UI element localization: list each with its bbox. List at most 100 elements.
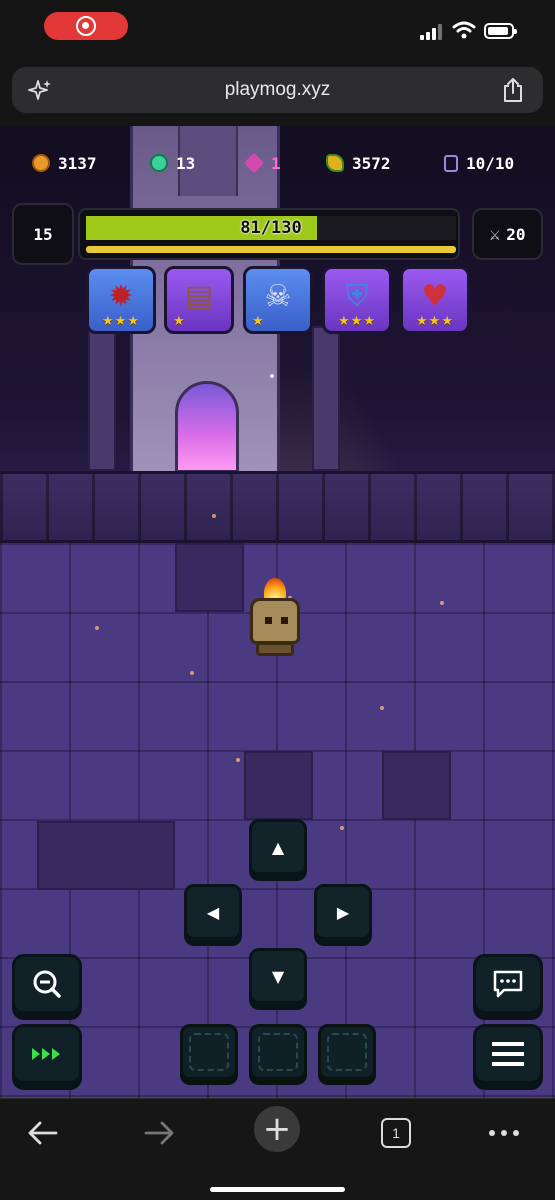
pink-resource-counter: 1 (243, 152, 281, 174)
forward-arrow-icon (144, 1121, 174, 1145)
ember-particle (440, 601, 444, 605)
pink-value: 1 (271, 153, 281, 173)
gold-coin-icon (32, 154, 50, 172)
floor-tile-dark (244, 751, 313, 820)
home-indicator (210, 1187, 345, 1192)
shield-icon: ⛨ (345, 279, 369, 314)
back-arrow-icon (28, 1121, 58, 1145)
player-level[interactable]: 15 (12, 203, 74, 265)
item-stars: ★ (173, 314, 186, 329)
attack-stat[interactable]: ⚔ 20 (472, 208, 543, 260)
record-icon (76, 16, 96, 36)
arrow-down-icon: ▼ (271, 966, 285, 986)
gold-value: 3137 (58, 153, 97, 173)
barrel-armor-icon: ▤ (184, 279, 214, 314)
level-value: 15 (33, 224, 53, 244)
tab-count: 1 (381, 1118, 411, 1148)
portal-door[interactable] (175, 381, 239, 473)
player-eye (281, 617, 288, 624)
item-stars: ★★★ (102, 314, 140, 329)
more-dots-icon (489, 1130, 519, 1136)
food-counter: 3572 (326, 152, 391, 174)
health-panel: 81/130 (78, 208, 460, 260)
wifi-icon (452, 21, 476, 39)
equipment-slot-ring[interactable]: ♥ ★★★ (400, 266, 470, 334)
zoom-out-button[interactable] (12, 954, 82, 1014)
dpad-right-button[interactable]: ▶ (314, 884, 372, 940)
player-body (250, 598, 300, 644)
quick-slot-1[interactable] (180, 1024, 238, 1080)
game-canvas[interactable]: 3137 13 1 3572 10/10 15 81/130 ⚔ 20 ✹ ★★… (0, 126, 555, 1098)
ember-particle (380, 706, 384, 710)
gold-counter: 3137 (32, 152, 97, 174)
spiked-helm-icon: ✹ (108, 279, 134, 314)
address-bar[interactable]: playmog.xyz (12, 67, 543, 113)
share-icon[interactable] (501, 77, 525, 103)
fast-forward-icon (32, 1048, 60, 1060)
attack-value: 20 (506, 224, 526, 244)
pink-crystal-icon (243, 152, 265, 174)
item-stars: ★★★ (416, 314, 454, 329)
equipment-slot-weapon[interactable]: ✹ ★★★ (86, 266, 156, 334)
ember-particle (95, 626, 99, 630)
arrow-right-icon: ▶ (336, 902, 350, 922)
experience-bar-fill (86, 246, 456, 253)
quick-slot-3[interactable] (318, 1024, 376, 1080)
food-value: 3572 (352, 153, 391, 173)
equipment-slot-helmet[interactable]: ☠ ★ (243, 266, 313, 334)
health-bar: 81/130 (86, 216, 456, 240)
ember-particle (270, 374, 274, 378)
browser-toolbar: + 1 (0, 1098, 555, 1200)
url-text[interactable]: playmog.xyz (12, 79, 543, 101)
energy-card-icon (444, 154, 458, 172)
ember-particle (212, 514, 216, 518)
gem-value: 13 (176, 153, 196, 173)
arrow-up-icon: ▲ (271, 837, 285, 857)
hamburger-menu-icon (492, 1042, 524, 1066)
new-tab-button[interactable]: + (254, 1106, 300, 1152)
floor-tile-dark (175, 543, 244, 612)
player-character[interactable] (246, 578, 304, 664)
quick-slot-2[interactable] (249, 1024, 307, 1080)
crossed-swords-icon: ⚔ (489, 223, 501, 245)
arrow-left-icon: ◀ (206, 902, 220, 922)
energy-counter: 10/10 (444, 152, 514, 174)
equipment-slot-shield[interactable]: ⛨ ★★★ (322, 266, 392, 334)
item-stars: ★★★ (338, 314, 376, 329)
health-text: 81/130 (240, 218, 302, 238)
more-options-button[interactable] (486, 1113, 522, 1153)
green-gem-icon (150, 154, 168, 172)
player-feet (256, 642, 294, 656)
cellular-signal-icon (420, 24, 444, 40)
fast-forward-button[interactable] (12, 1024, 82, 1084)
flower-icon (326, 154, 344, 172)
floor-tile-dark (382, 751, 451, 820)
dungeon-wall (0, 471, 555, 543)
gem-counter: 13 (150, 152, 195, 174)
chat-button[interactable] (473, 954, 543, 1014)
forward-button[interactable] (140, 1113, 180, 1153)
screen-recording-indicator[interactable] (44, 12, 128, 40)
menu-button[interactable] (473, 1024, 543, 1084)
dpad-left-button[interactable]: ◀ (184, 884, 242, 940)
back-button[interactable] (22, 1113, 62, 1153)
status-bar (0, 0, 555, 56)
dpad-up-button[interactable]: ▲ (249, 819, 307, 875)
ember-particle (236, 758, 240, 762)
player-eye (265, 617, 272, 624)
energy-value: 10/10 (466, 153, 515, 173)
item-stars: ★ (252, 314, 265, 329)
browser-address-area: playmog.xyz (0, 56, 555, 126)
tower-pillar-left (88, 326, 116, 471)
experience-bar (86, 246, 456, 253)
ember-particle (340, 826, 344, 830)
floor-tile-dark (37, 821, 175, 890)
dpad-down-button[interactable]: ▼ (249, 948, 307, 1004)
equipment-slot-armor[interactable]: ▤ ★ (164, 266, 234, 334)
zoom-out-icon (33, 970, 61, 998)
skull-helmet-icon: ☠ (264, 279, 292, 314)
tower-pillar-right (312, 326, 340, 471)
tabs-button[interactable]: 1 (380, 1113, 412, 1153)
battery-icon (484, 23, 517, 39)
ember-particle (190, 671, 194, 675)
